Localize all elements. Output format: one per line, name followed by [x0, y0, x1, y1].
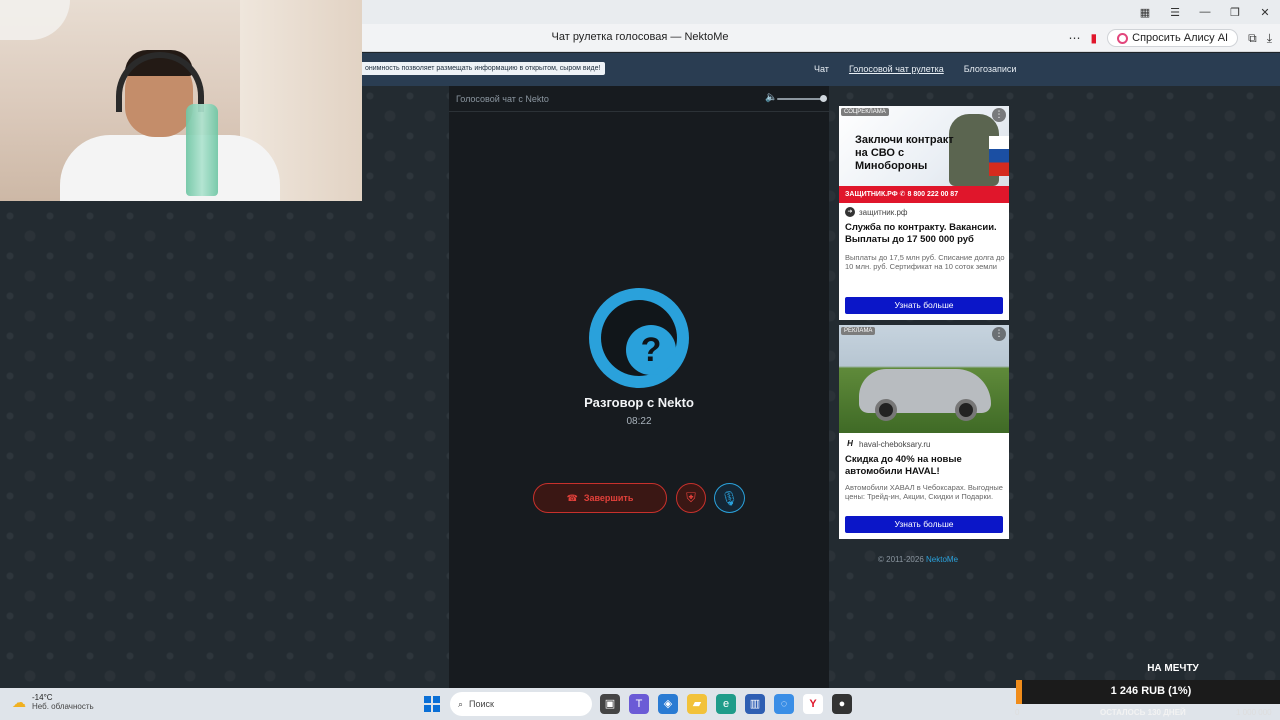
chart-app-icon[interactable]: ▥ — [745, 694, 765, 714]
ad-learn-more-button[interactable]: Узнать больше — [845, 516, 1003, 533]
microphone-button[interactable]: 🎙 — [714, 483, 745, 513]
weather-description: Неб. облачность — [32, 702, 94, 711]
task-view-icon[interactable]: ▣ — [600, 694, 620, 714]
car-wheel — [955, 399, 977, 421]
donation-goal-title: НА МЕЧТУ — [1147, 663, 1199, 674]
obs-icon[interactable]: ● — [832, 694, 852, 714]
voice-chat-panel: Голосовой чат с Nekto 🔈 ? Разговор с Nek… — [449, 86, 829, 688]
ad-description: Автомобили ХАВАЛ в Чебоксарах. Выгодные … — [845, 483, 1003, 501]
alice-icon — [1117, 32, 1129, 44]
taskbar-apps: ▣ T ◈ ▰ e ▥ ◌ Y ● — [600, 694, 852, 714]
flag-graphic — [989, 136, 1009, 176]
search-icon: ⌕ — [458, 698, 464, 709]
shield-icon: ⛨ — [686, 490, 696, 505]
donation-min: 0 — [1015, 708, 1020, 717]
weather-temperature: -14°C — [32, 693, 53, 702]
donation-days-left: ОСТАЛОСЬ 130 ДНЕЙ — [1100, 708, 1186, 717]
microphone-icon: 🎙 — [720, 490, 739, 506]
store-icon[interactable]: ◈ — [658, 694, 678, 714]
site-nav: Чат Голосовой чат рулетка Блогозаписи — [814, 64, 1016, 74]
ad-image: РЕКЛАМА ⋮ — [839, 325, 1009, 433]
person-torso — [60, 135, 280, 201]
ad-card[interactable]: РЕКЛАМА ⋮ H haval-cheboksary.ru Скидка д… — [839, 325, 1009, 539]
ad-domain-text: защитник.рф — [859, 207, 908, 217]
haval-logo-icon: H — [845, 439, 855, 449]
nav-link-blog[interactable]: Блогозаписи — [964, 64, 1017, 74]
chat-app-icon[interactable]: ◌ — [774, 694, 794, 714]
ad-menu-icon[interactable]: ⋮ — [992, 108, 1006, 122]
ad-image-headline: Заключи контракт на СВО с Минобороны — [855, 134, 954, 172]
yandex-browser-icon[interactable]: Y — [803, 694, 823, 714]
ad-tag: СОЦРЕКЛАМА — [841, 108, 889, 116]
more-icon[interactable]: ⋯ — [1069, 31, 1081, 45]
bookmark-icon[interactable]: ▮ — [1091, 31, 1098, 45]
footer-brand-link[interactable]: NektoMe — [926, 555, 958, 564]
conversation-title: Разговор с Nekto — [584, 395, 694, 410]
download-icon[interactable]: ⤓ — [1267, 31, 1272, 46]
folder-icon[interactable]: ▰ — [687, 694, 707, 714]
volume-slider-handle[interactable] — [820, 95, 827, 102]
alice-button[interactable]: Спросить Алису AI — [1107, 29, 1239, 47]
nav-link-chat[interactable]: Чат — [814, 64, 829, 74]
call-timer: 08:22 — [626, 416, 652, 427]
partner-avatar: ? — [589, 288, 689, 388]
edge-icon[interactable]: e — [716, 694, 736, 714]
search-placeholder: Поиск — [469, 699, 494, 709]
ad-image: Заключи контракт на СВО с Минобороны ЗАЩ… — [839, 106, 1009, 203]
question-mark-icon: ? — [626, 325, 676, 375]
ad-tag: РЕКЛАМА — [841, 327, 876, 335]
menu-icon[interactable]: ☰ — [1160, 6, 1190, 19]
ad-title[interactable]: Служба по контракту. Вакансии. Выплаты д… — [845, 222, 1005, 246]
report-button[interactable]: ⛨ — [676, 483, 706, 513]
copyright: © 2011-2026 NektoMe — [878, 555, 958, 564]
ad-domain-text: haval-cheboksary.ru — [859, 439, 931, 449]
alice-label: Спросить Алису AI — [1132, 32, 1229, 44]
volume-slider[interactable] — [777, 98, 823, 100]
ad-learn-more-button[interactable]: Узнать больше — [845, 297, 1003, 314]
ad-menu-icon[interactable]: ⋮ — [992, 327, 1006, 341]
webcam-overlay — [0, 0, 362, 201]
donation-progress-bar: 1 246 RUB (1%) — [1016, 680, 1280, 704]
lamp-graphic — [0, 0, 70, 40]
taskbar-search[interactable]: ⌕ Поиск — [450, 692, 592, 716]
teams-icon[interactable]: T — [629, 694, 649, 714]
car-wheel — [875, 399, 897, 421]
minimize-icon[interactable]: — — [1190, 6, 1220, 18]
ad-description: Выплаты до 17,5 млн руб. Списание долга … — [845, 253, 1005, 271]
nav-link-voice-chat[interactable]: Голосовой чат рулетка — [849, 64, 944, 74]
donation-amount: 1 246 RUB (1%) — [1110, 685, 1192, 697]
speaker-icon[interactable]: 🔈 — [765, 92, 777, 103]
end-call-button[interactable]: ☎ Завершить — [533, 483, 667, 513]
ad-card[interactable]: Заключи контракт на СВО с Минобороны ЗАЩ… — [839, 106, 1009, 320]
ad-title[interactable]: Скидка до 40% на новые автомобили HAVAL! — [845, 454, 1005, 478]
chat-header-title: Голосовой чат с Nekto — [456, 94, 549, 104]
maximize-icon[interactable]: ❐ — [1220, 6, 1250, 19]
weather-widget[interactable]: ☁ -14°C Неб. облачность — [12, 693, 94, 711]
share-icon[interactable]: ⧉ — [1248, 31, 1257, 46]
windows-start-icon[interactable] — [424, 696, 440, 712]
extensions-icon[interactable]: ▦ — [1130, 6, 1160, 19]
arrow-icon: ➜ — [845, 207, 855, 217]
donation-max: 1 000 000 — [1236, 708, 1272, 717]
ad-domain: H haval-cheboksary.ru — [845, 439, 930, 449]
bottle-graphic — [186, 104, 218, 196]
end-call-label: Завершить — [583, 493, 634, 503]
copyright-text: © 2011-2026 — [878, 555, 924, 564]
ad-domain: ➜ защитник.рф — [845, 207, 907, 217]
site-notice: онимность позволяет размещать информацию… — [360, 62, 606, 75]
phone-hangup-icon: ☎ — [566, 492, 578, 503]
ad-image-strip: ЗАЩИТНИК.РФ ✆ 8 800 222 00 87 — [839, 186, 1009, 203]
cloud-sun-icon: ☁ — [12, 693, 26, 710]
close-icon[interactable]: ✕ — [1250, 6, 1280, 19]
chat-header: Голосовой чат с Nekto 🔈 — [449, 86, 829, 112]
